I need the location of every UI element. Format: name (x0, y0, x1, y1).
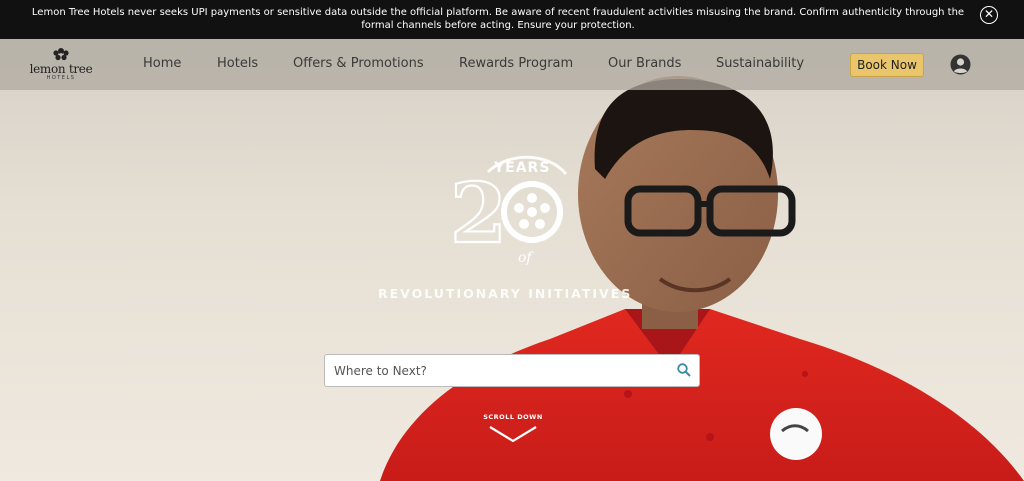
nav-sustainability[interactable]: Sustainability (716, 56, 804, 71)
scroll-down-indicator[interactable]: SCROLL DOWN (482, 413, 544, 444)
nav-our-brands[interactable]: Our Brands (608, 56, 681, 71)
lemon-tree-logo[interactable]: lemon tree HOTELS (28, 45, 94, 85)
emblem-of-text: of (518, 250, 534, 266)
emblem-number-2: 2 (450, 166, 507, 262)
lemon-tree-logo-icon (53, 48, 69, 61)
main-navbar: lemon tree HOTELS Home Hotels Offers & P… (0, 39, 1024, 90)
search-icon[interactable] (677, 363, 691, 377)
search-input[interactable] (325, 355, 665, 386)
nav-rewards-program[interactable]: Rewards Program (459, 56, 573, 71)
fraud-alert-banner: Lemon Tree Hotels never seeks UPI paymen… (0, 0, 1024, 39)
nav-hotels[interactable]: Hotels (217, 56, 258, 71)
alert-message: Lemon Tree Hotels never seeks UPI paymen… (31, 7, 965, 31)
scroll-down-label: SCROLL DOWN (483, 413, 543, 421)
close-icon[interactable]: ✕ (980, 6, 998, 24)
twenty-years-emblem: YEARS 2 of (449, 155, 568, 266)
destination-search (324, 354, 700, 387)
book-now-button[interactable]: Book Now (850, 53, 924, 77)
user-account-icon[interactable] (950, 54, 971, 75)
chevron-down-icon (489, 426, 537, 443)
logo-name: lemon tree (29, 62, 93, 76)
hero-tagline: REVOLUTIONARY INITIATIVES (378, 286, 633, 301)
nav-home[interactable]: Home (143, 56, 181, 71)
nav-offers-promotions[interactable]: Offers & Promotions (293, 56, 424, 71)
